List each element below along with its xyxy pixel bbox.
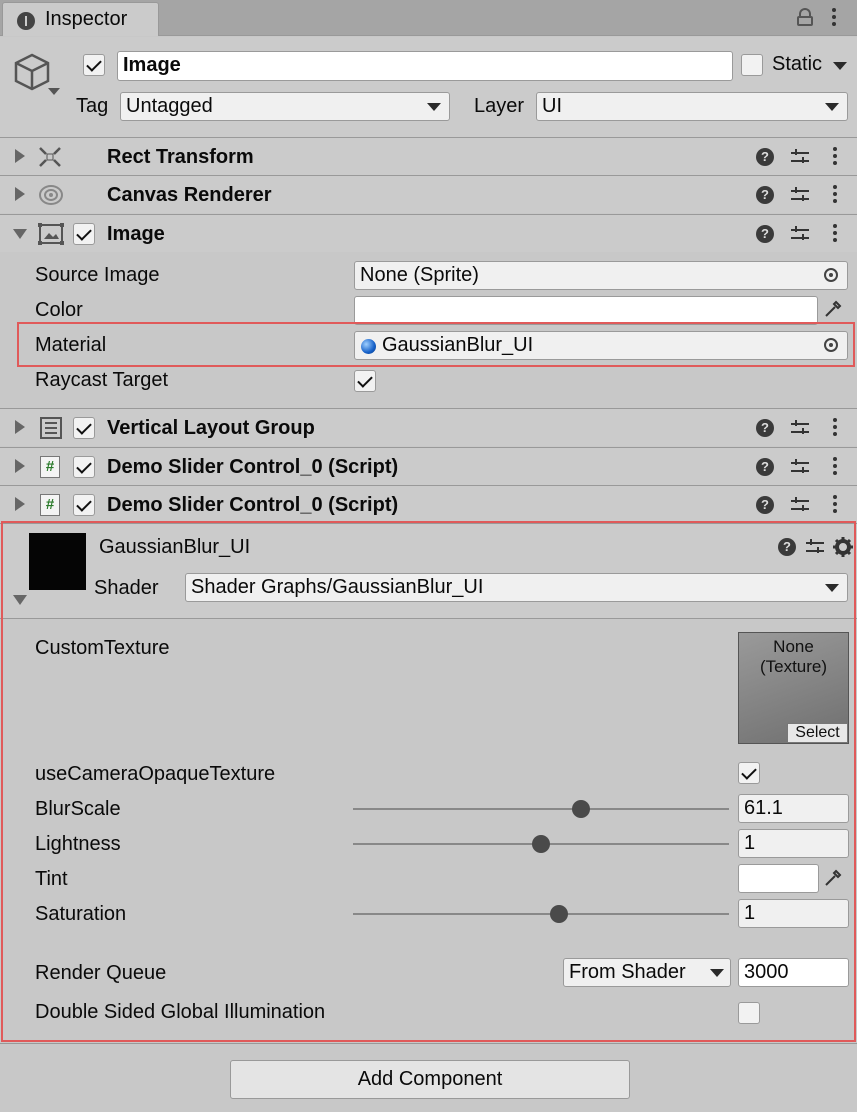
presets-icon[interactable] [791,419,809,437]
presets-icon[interactable] [791,225,809,243]
foldout-arrow-icon[interactable] [15,420,25,434]
presets-icon[interactable] [791,186,809,204]
component-title: Demo Slider Control_0 (Script) [107,494,399,516]
tab-label: Inspector [45,8,128,30]
icon-dropdown-arrow[interactable] [48,88,60,95]
help-icon[interactable]: ? [756,458,774,476]
static-dropdown-arrow[interactable] [833,62,847,70]
tag-dropdown[interactable]: Untagged [120,92,450,121]
layer-dropdown[interactable]: UI [536,92,848,121]
static-label[interactable]: Static [772,53,822,76]
raycast-target-label: Raycast Target [35,369,169,391]
canvas-renderer-icon [39,185,63,205]
presets-icon[interactable] [791,148,809,166]
tag-value: Untagged [126,95,213,117]
script-1-enabled-checkbox[interactable] [73,456,95,478]
chevron-down-icon [427,103,441,111]
static-checkbox[interactable] [741,54,763,76]
rect-transform-icon [39,147,61,167]
material-value: GaussianBlur_UI [382,334,534,356]
component-title: Demo Slider Control_0 (Script) [107,456,399,478]
component-title: Rect Transform [107,146,254,168]
material-section-highlight-box [1,521,856,1042]
image-component-header[interactable]: Image ? [0,214,857,252]
script-icon: # [40,494,60,516]
object-picker-icon[interactable] [824,338,838,352]
raycast-target-checkbox[interactable] [354,370,376,392]
help-icon[interactable]: ? [756,186,774,204]
component-title: Canvas Renderer [107,184,272,206]
component-menu-icon[interactable] [833,147,837,165]
foldout-arrow-icon[interactable] [15,497,25,511]
script-2-header[interactable]: # Demo Slider Control_0 (Script) ? [0,485,857,523]
object-picker-icon[interactable] [824,268,838,282]
material-field[interactable]: GaussianBlur_UI [354,331,848,360]
rect-transform-header[interactable]: Rect Transform ? [0,137,857,175]
component-menu-icon[interactable] [833,185,837,203]
source-image-value: None (Sprite) [360,264,479,286]
canvas-renderer-header[interactable]: Canvas Renderer ? [0,175,857,213]
lock-icon[interactable] [797,8,813,26]
add-component-button[interactable]: Add Component [230,1060,630,1099]
gameobject-name-field[interactable]: Image [117,51,733,81]
material-sphere-icon [361,339,376,354]
script-1-header[interactable]: # Demo Slider Control_0 (Script) ? [0,447,857,485]
component-menu-icon[interactable] [833,418,837,436]
color-label: Color [35,299,83,321]
script-2-enabled-checkbox[interactable] [73,494,95,516]
window-menu-icon[interactable] [832,8,836,26]
layer-label: Layer [474,95,525,117]
help-icon[interactable]: ? [756,496,774,514]
foldout-arrow-icon[interactable] [15,149,25,163]
vertical-layout-group-header[interactable]: Vertical Layout Group ? [0,408,857,446]
component-menu-icon[interactable] [833,224,837,242]
component-title: Vertical Layout Group [107,417,315,439]
vertical-layout-icon [40,417,62,439]
presets-icon[interactable] [791,496,809,514]
layer-value: UI [542,95,562,117]
component-title: Image [107,223,165,245]
tag-label: Tag [76,95,109,117]
chevron-down-icon [825,103,839,111]
eyedropper-icon[interactable] [823,299,843,319]
source-image-label: Source Image [35,264,160,286]
source-image-field[interactable]: None (Sprite) [354,261,848,290]
help-icon[interactable]: ? [756,419,774,437]
help-icon[interactable]: ? [756,225,774,243]
gameobject-active-checkbox[interactable] [83,54,105,76]
foldout-arrow-icon[interactable] [13,229,27,239]
foldout-arrow-icon[interactable] [15,187,25,201]
image-enabled-checkbox[interactable] [73,223,95,245]
component-menu-icon[interactable] [833,495,837,513]
info-icon [17,12,35,30]
tab-inspector[interactable]: Inspector [2,2,159,36]
section-divider [0,1043,857,1044]
gameobject-cube-icon[interactable] [12,52,52,92]
image-component-icon [38,223,64,245]
foldout-arrow-icon[interactable] [15,459,25,473]
presets-icon[interactable] [791,458,809,476]
script-icon: # [40,456,60,478]
material-label: Material [35,334,107,356]
help-icon[interactable]: ? [756,148,774,166]
vlg-enabled-checkbox[interactable] [73,417,95,439]
color-swatch[interactable] [354,296,818,325]
component-menu-icon[interactable] [833,457,837,475]
